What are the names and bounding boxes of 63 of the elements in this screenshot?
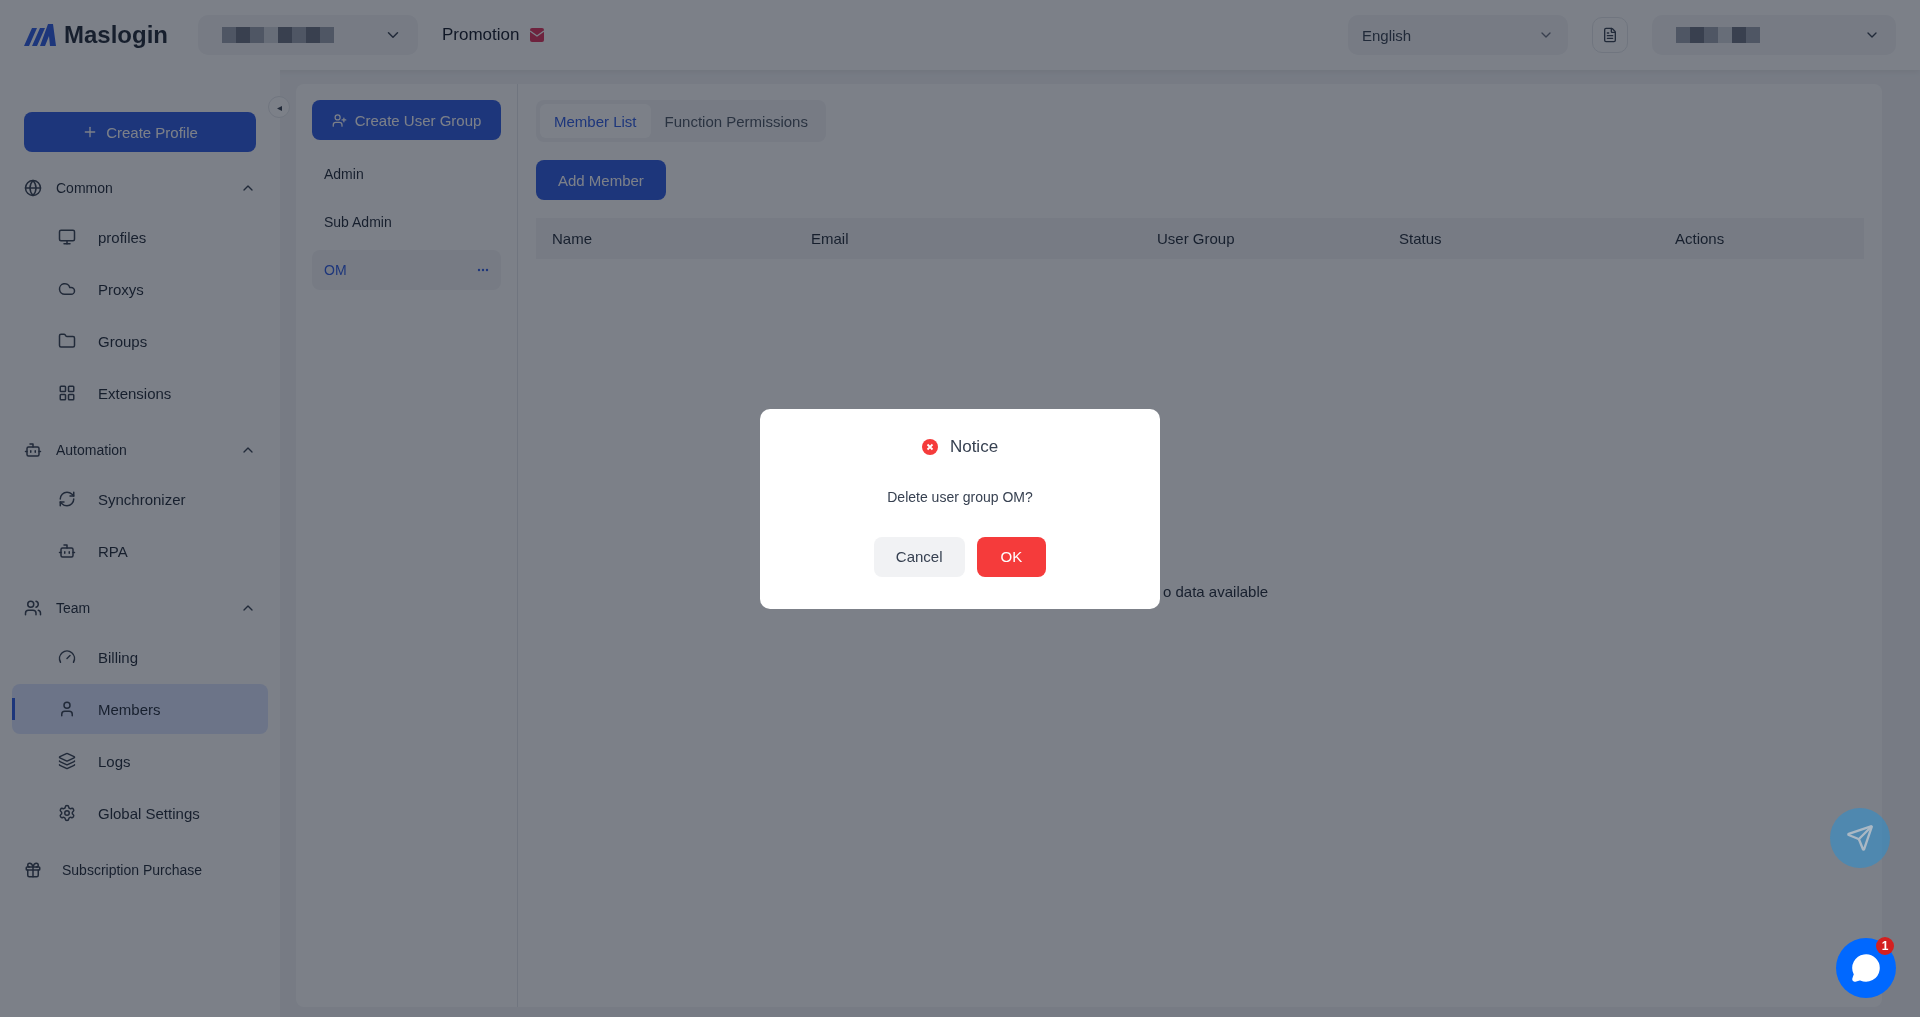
user-group-item[interactable]: Sub Admin (312, 202, 501, 242)
menu-item-icon (58, 752, 76, 770)
confirm-button[interactable]: OK (976, 536, 1047, 577)
user-plus-icon (331, 112, 347, 128)
column-header: Actions (1675, 230, 1726, 247)
error-icon (921, 438, 938, 455)
sidebar-item[interactable]: Billing (12, 632, 268, 682)
create-profile-button[interactable]: Create Profile (24, 112, 256, 152)
sidebar-item[interactable]: Logs (12, 736, 268, 786)
section-icon (24, 599, 42, 617)
workspace-dropdown[interactable] (198, 15, 418, 55)
menu-item-icon (58, 280, 76, 298)
paper-plane-icon (1846, 824, 1874, 852)
notification-badge: 1 (1876, 937, 1894, 955)
menu-item-icon (58, 490, 76, 508)
logo-icon (24, 24, 56, 46)
sidebar-item[interactable]: Global Settings (12, 788, 268, 838)
menu-item-icon (58, 542, 76, 560)
dialog-message: Delete user group OM? (887, 488, 1033, 505)
sidebar-item[interactable]: Groups (12, 316, 268, 366)
dialog-title: Notice (949, 436, 999, 457)
menu-item-icon (58, 332, 76, 350)
column-header: Email (811, 230, 850, 247)
tab[interactable]: Member List (540, 104, 651, 138)
menu-item-icon (58, 228, 76, 246)
sidebar-item[interactable]: Members (12, 684, 268, 734)
document-button[interactable] (1592, 17, 1628, 53)
tab[interactable]: Function Permissions (650, 104, 822, 138)
collapse-button[interactable]: ◂ (268, 96, 290, 118)
section-icon (24, 179, 42, 197)
create-user-group-button[interactable]: Create User Group (312, 100, 501, 140)
account-dropdown[interactable] (1652, 15, 1896, 55)
section-header[interactable]: Automation (56, 442, 226, 458)
sidebar-item[interactable]: Extensions (12, 368, 268, 418)
menu-item-icon (58, 384, 76, 402)
column-header: Status (1399, 230, 1443, 247)
section-header[interactable]: Team (56, 600, 226, 616)
sidebar-item[interactable]: Proxys (12, 264, 268, 314)
menu-item-icon (58, 700, 76, 718)
sidebar-item[interactable]: profiles (12, 212, 268, 262)
sidebar-item[interactable]: RPA (12, 526, 268, 576)
logo-text: Maslogin (64, 21, 168, 49)
gift-icon (24, 861, 42, 879)
menu-item-icon (58, 648, 76, 666)
section-icon (24, 441, 42, 459)
paper-plane-button[interactable] (1830, 808, 1890, 868)
language-dropdown[interactable]: English (1348, 15, 1568, 55)
cancel-button[interactable]: Cancel (873, 536, 965, 577)
user-group-item[interactable]: Admin (312, 154, 501, 194)
menu-item-icon (58, 804, 76, 822)
sidebar-item[interactable]: Synchronizer (12, 474, 268, 524)
column-header: Name (552, 230, 593, 247)
add-member-button[interactable]: Add Member (536, 160, 666, 200)
envelope-icon (529, 27, 546, 43)
document-icon (1602, 27, 1618, 43)
column-header: User Group (1157, 230, 1236, 247)
section-header[interactable]: Common (56, 180, 226, 196)
chat-bubble-icon (1851, 953, 1881, 983)
empty-message: o data available (1163, 583, 1269, 600)
more-icon[interactable] (477, 268, 489, 272)
promotion-link[interactable]: Promotion (442, 25, 520, 45)
sidebar-item[interactable]: Subscription Purchase (62, 862, 256, 878)
user-group-item[interactable]: OM (312, 250, 501, 290)
